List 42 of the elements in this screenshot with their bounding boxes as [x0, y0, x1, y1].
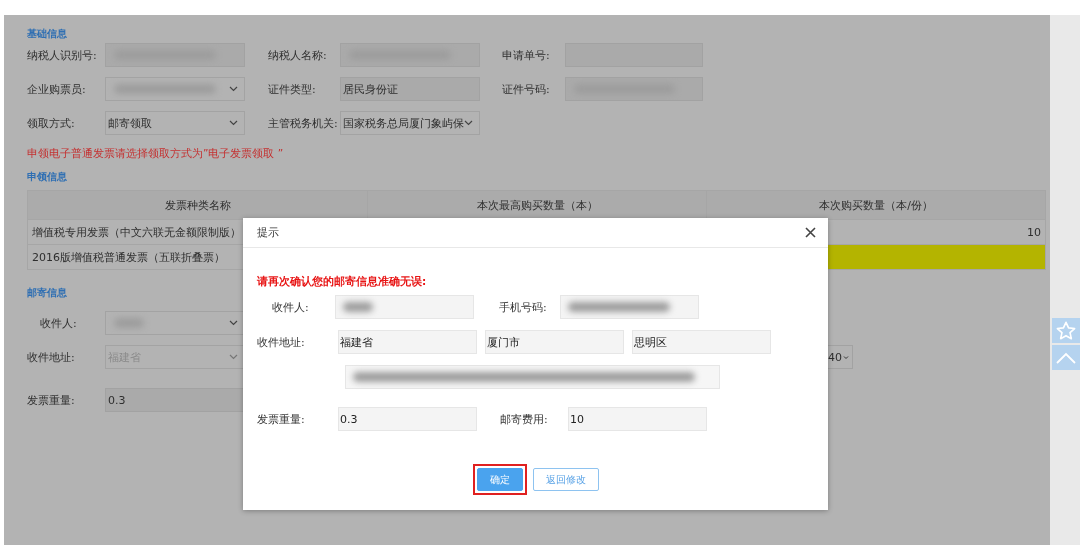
- input-field[interactable]: 思明区: [632, 330, 771, 354]
- field-label: 发票重量:: [257, 411, 306, 427]
- field-label: 手机号码:: [498, 299, 548, 315]
- column-header: 发票种类名称: [163, 197, 232, 214]
- input-field[interactable]: 居民身份证: [340, 77, 480, 101]
- input-field[interactable]: 0.3: [338, 407, 477, 431]
- field-label: 领取方式:: [27, 115, 76, 131]
- field-label: 申请单号:: [502, 47, 551, 63]
- field-label: 收件地址:: [27, 349, 76, 365]
- scroll-up-icon[interactable]: [1052, 345, 1080, 370]
- chevron-down-icon: [464, 120, 473, 126]
- chevron-down-icon: [229, 354, 238, 360]
- input-field[interactable]: 10: [568, 407, 707, 431]
- field-label: 发票重量:: [27, 392, 76, 408]
- chevron-down-icon: [229, 86, 238, 92]
- chevron-down-icon: [843, 355, 849, 360]
- field-label: 证件类型:: [268, 81, 317, 97]
- field-label: 收件人:: [271, 299, 310, 315]
- select-field[interactable]: 国家税务总局厦门象屿保: [340, 111, 480, 135]
- field-label: 证件号码:: [502, 81, 551, 97]
- field-label: 收件人:: [39, 315, 78, 331]
- input-field[interactable]: 0.3: [105, 388, 245, 412]
- input-field[interactable]: 厦门市: [485, 330, 624, 354]
- select-field[interactable]: 邮寄领取: [105, 111, 245, 135]
- section-title: 申领信息: [27, 170, 68, 184]
- warning-text: 请再次确认您的邮寄信息准确无误:: [257, 275, 428, 289]
- close-icon[interactable]: [805, 227, 816, 238]
- field-label: 纳税人名称:: [268, 47, 328, 63]
- field-label: 企业购票员:: [27, 81, 87, 97]
- notice-text: 申领电子普通发票请选择领取方式为”电子发票领取 ”: [27, 147, 285, 161]
- field-label: 主管税务机关:: [268, 115, 339, 131]
- dialog-title: 提示: [257, 225, 279, 240]
- select-field[interactable]: [105, 77, 245, 101]
- chevron-down-icon: [229, 120, 238, 126]
- input-field[interactable]: 福建省: [338, 330, 477, 354]
- chevron-down-icon: [229, 320, 238, 326]
- field-label: 收件地址:: [257, 334, 306, 350]
- select-field[interactable]: [105, 311, 245, 335]
- field-label: 邮寄费用:: [499, 411, 549, 427]
- section-title: 基础信息: [27, 27, 68, 41]
- section-title: 邮寄信息: [27, 286, 68, 300]
- field-label: 纳税人识别号:: [27, 47, 98, 63]
